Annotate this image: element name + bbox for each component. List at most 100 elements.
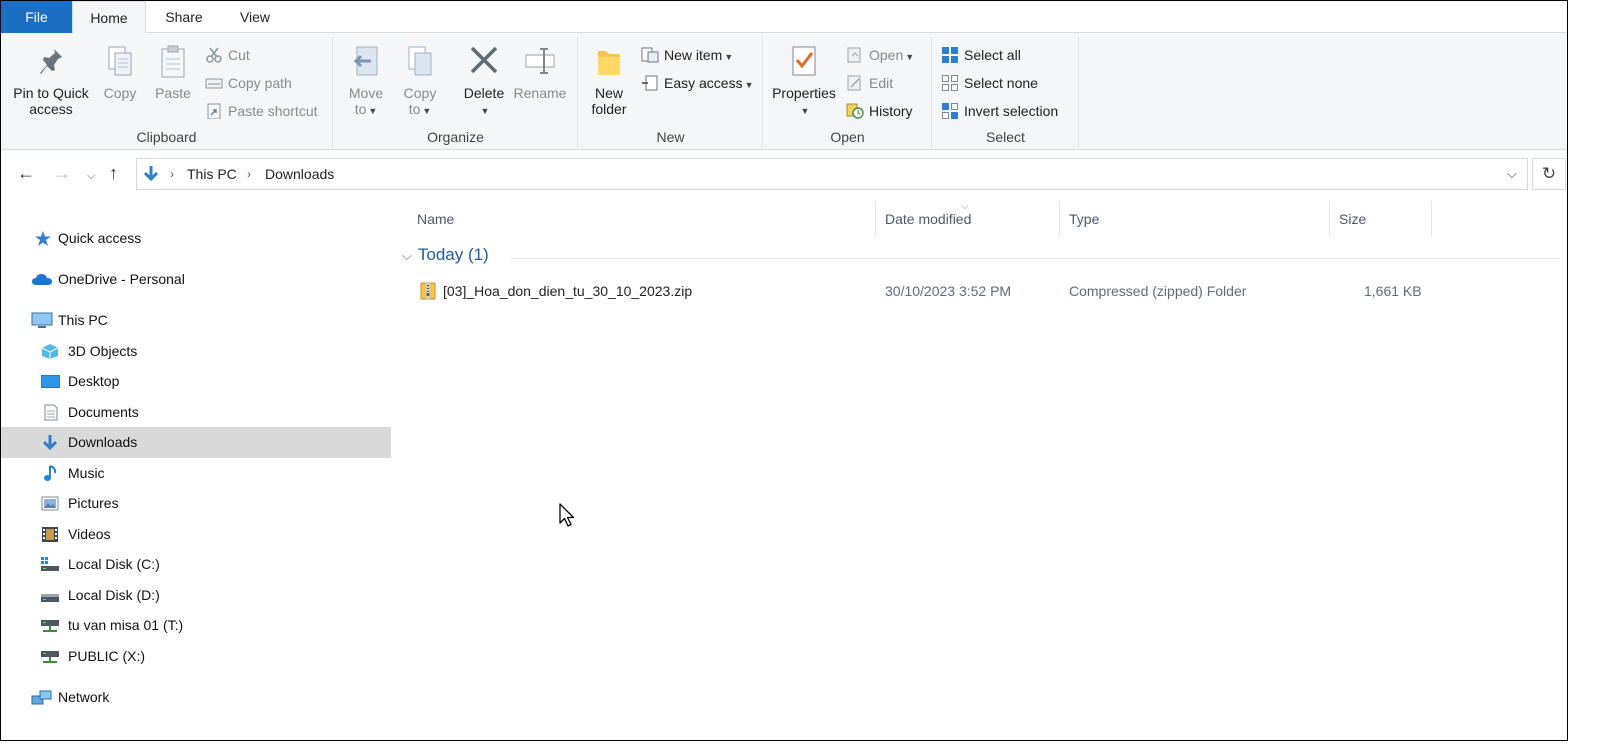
select-group: Select all Select none Invert selection … bbox=[933, 37, 1079, 147]
sidebar-item-onedrive[interactable]: OneDrive - Personal bbox=[1, 264, 391, 295]
back-arrow-icon[interactable]: ← bbox=[17, 163, 35, 183]
paste-button[interactable]: Paste bbox=[151, 43, 195, 101]
copy-path-label: Copy path bbox=[228, 75, 292, 91]
desktop-icon bbox=[41, 375, 60, 388]
breadcrumb-separator-icon: › bbox=[247, 167, 251, 181]
copy-label: Copy bbox=[103, 85, 137, 101]
edit-label: Edit bbox=[869, 75, 894, 91]
column-header-size[interactable]: Size bbox=[1332, 201, 1432, 237]
select-none-icon bbox=[942, 75, 958, 91]
sidebar-item-documents[interactable]: Documents bbox=[1, 397, 391, 428]
sidebar-item-desktop[interactable]: Desktop bbox=[1, 366, 391, 397]
sidebar-item-videos[interactable]: Videos bbox=[1, 519, 391, 550]
properties-label: Properties bbox=[772, 85, 836, 101]
up-arrow-icon[interactable]: ↑ bbox=[109, 163, 118, 183]
sidebar-item-pictures[interactable]: Pictures bbox=[1, 488, 391, 519]
sidebar-item-label: OneDrive - Personal bbox=[58, 271, 185, 287]
tab-home[interactable]: Home bbox=[72, 1, 146, 34]
tab-file[interactable]: File bbox=[1, 1, 72, 33]
select-none-button[interactable]: Select none bbox=[941, 72, 1038, 94]
group-header-today[interactable]: ⌵ Today (1) bbox=[402, 245, 489, 265]
copy-icon bbox=[108, 46, 132, 76]
sidebar-item-3d-objects[interactable]: 3D Objects bbox=[1, 336, 391, 367]
copy-to-icon bbox=[408, 46, 432, 76]
pin-label-1: Pin to Quick bbox=[13, 85, 89, 101]
sidebar-item-local-disk-d[interactable]: Local Disk (D:) bbox=[1, 580, 391, 611]
delete-button[interactable]: Delete ▼ bbox=[460, 43, 508, 119]
sidebar-item-label: tu van misa 01 (T:) bbox=[68, 617, 184, 633]
navigation-bar: ← → ⌵ ↑ › This PC › Downloads ⌵ ↻ bbox=[1, 151, 1567, 197]
cut-button[interactable]: Cut bbox=[205, 44, 250, 66]
group-divider bbox=[510, 258, 1560, 259]
sidebar-item-downloads[interactable]: Downloads bbox=[1, 427, 391, 458]
copy-to-button[interactable]: Copy to ▼ bbox=[398, 43, 442, 119]
new-item-label: New item bbox=[664, 47, 723, 63]
breadcrumb-this-pc[interactable]: This PC bbox=[187, 166, 237, 182]
copy-path-icon bbox=[205, 78, 223, 89]
column-header-type[interactable]: Type bbox=[1062, 201, 1330, 237]
new-item-icon bbox=[641, 47, 659, 63]
cut-label: Cut bbox=[228, 47, 250, 63]
sidebar-item-this-pc[interactable]: This PC bbox=[1, 305, 391, 336]
cloud-icon bbox=[32, 274, 52, 285]
table-row[interactable]: [03]_Hoa_don_dien_tu_30_10_2023.zip 30/1… bbox=[416, 279, 1436, 303]
cube-icon bbox=[41, 344, 59, 359]
downloads-location-icon bbox=[143, 166, 159, 182]
group-collapse-chevron-icon[interactable]: ⌵ bbox=[402, 248, 412, 263]
paste-shortcut-button[interactable]: Paste shortcut bbox=[205, 100, 318, 122]
history-button[interactable]: History bbox=[846, 100, 913, 122]
invert-selection-button[interactable]: Invert selection bbox=[941, 100, 1058, 122]
file-type: Compressed (zipped) Folder bbox=[1069, 283, 1247, 299]
select-all-button[interactable]: Select all bbox=[941, 44, 1021, 66]
rename-button[interactable]: Rename bbox=[512, 43, 568, 101]
sidebar-item-music[interactable]: Music bbox=[1, 458, 391, 489]
sidebar-item-network[interactable]: Network bbox=[1, 682, 391, 713]
sidebar-item-label: Local Disk (C:) bbox=[68, 556, 160, 572]
sidebar-item-label: Local Disk (D:) bbox=[68, 587, 160, 603]
new-folder-button[interactable]: New folder bbox=[587, 43, 631, 117]
open-button[interactable]: Open ▼ bbox=[846, 44, 914, 66]
properties-button[interactable]: Properties ▼ bbox=[769, 43, 839, 119]
copy-to-label-2: to bbox=[408, 101, 421, 117]
organize-group-label: Organize bbox=[427, 129, 484, 145]
breadcrumb-downloads[interactable]: Downloads bbox=[265, 166, 334, 182]
new-group: New folder New item ▼ Easy access ▼ New bbox=[579, 37, 763, 147]
sidebar-item-public-x[interactable]: PUBLIC (X:) bbox=[1, 641, 391, 672]
copy-path-button[interactable]: Copy path bbox=[205, 72, 292, 94]
address-dropdown-chevron-icon[interactable]: ⌵ bbox=[1507, 166, 1517, 182]
system-drive-icon bbox=[41, 557, 59, 571]
recent-locations-chevron-icon[interactable]: ⌵ bbox=[87, 166, 95, 186]
network-drive-icon bbox=[41, 651, 59, 663]
move-to-button[interactable]: Move to ▼ bbox=[344, 43, 388, 119]
column-header-date-modified[interactable]: ⌵ Date modified bbox=[878, 201, 1060, 237]
address-bar[interactable]: › This PC › Downloads ⌵ bbox=[136, 158, 1528, 190]
refresh-icon: ↻ bbox=[1541, 164, 1557, 183]
select-all-label: Select all bbox=[964, 47, 1021, 63]
copy-button[interactable]: Copy bbox=[99, 43, 141, 101]
move-to-label-2: to bbox=[354, 101, 367, 117]
refresh-button[interactable]: ↻ bbox=[1532, 158, 1566, 190]
file-name: [03]_Hoa_don_dien_tu_30_10_2023.zip bbox=[443, 283, 693, 299]
easy-access-button[interactable]: Easy access ▼ bbox=[641, 72, 754, 94]
edit-button[interactable]: Edit bbox=[846, 72, 893, 94]
sidebar-item-tu-van-misa-t[interactable]: tu van misa 01 (T:) bbox=[1, 610, 391, 641]
forward-arrow-icon[interactable]: → bbox=[53, 163, 71, 183]
pin-to-quick-access-button[interactable]: Pin to Quick access bbox=[7, 43, 95, 117]
history-label: History bbox=[869, 103, 913, 119]
new-item-button[interactable]: New item ▼ bbox=[641, 44, 733, 66]
column-header-name[interactable]: Name bbox=[396, 201, 876, 237]
select-group-label: Select bbox=[986, 129, 1025, 145]
sidebar-item-local-disk-c[interactable]: Local Disk (C:) bbox=[1, 549, 391, 580]
select-none-label: Select none bbox=[964, 75, 1038, 91]
network-icon bbox=[31, 690, 52, 705]
sidebar-item-label: Desktop bbox=[68, 373, 120, 389]
tab-view[interactable]: View bbox=[221, 1, 289, 33]
delete-x-icon bbox=[470, 46, 498, 74]
open-label: Open bbox=[869, 47, 904, 63]
drive-icon bbox=[41, 594, 59, 602]
sidebar-item-quick-access[interactable]: Quick access bbox=[1, 223, 391, 254]
paste-label: Paste bbox=[155, 85, 191, 101]
document-icon bbox=[44, 404, 58, 421]
pin-label-2: access bbox=[29, 101, 73, 117]
tab-share[interactable]: Share bbox=[147, 1, 221, 33]
